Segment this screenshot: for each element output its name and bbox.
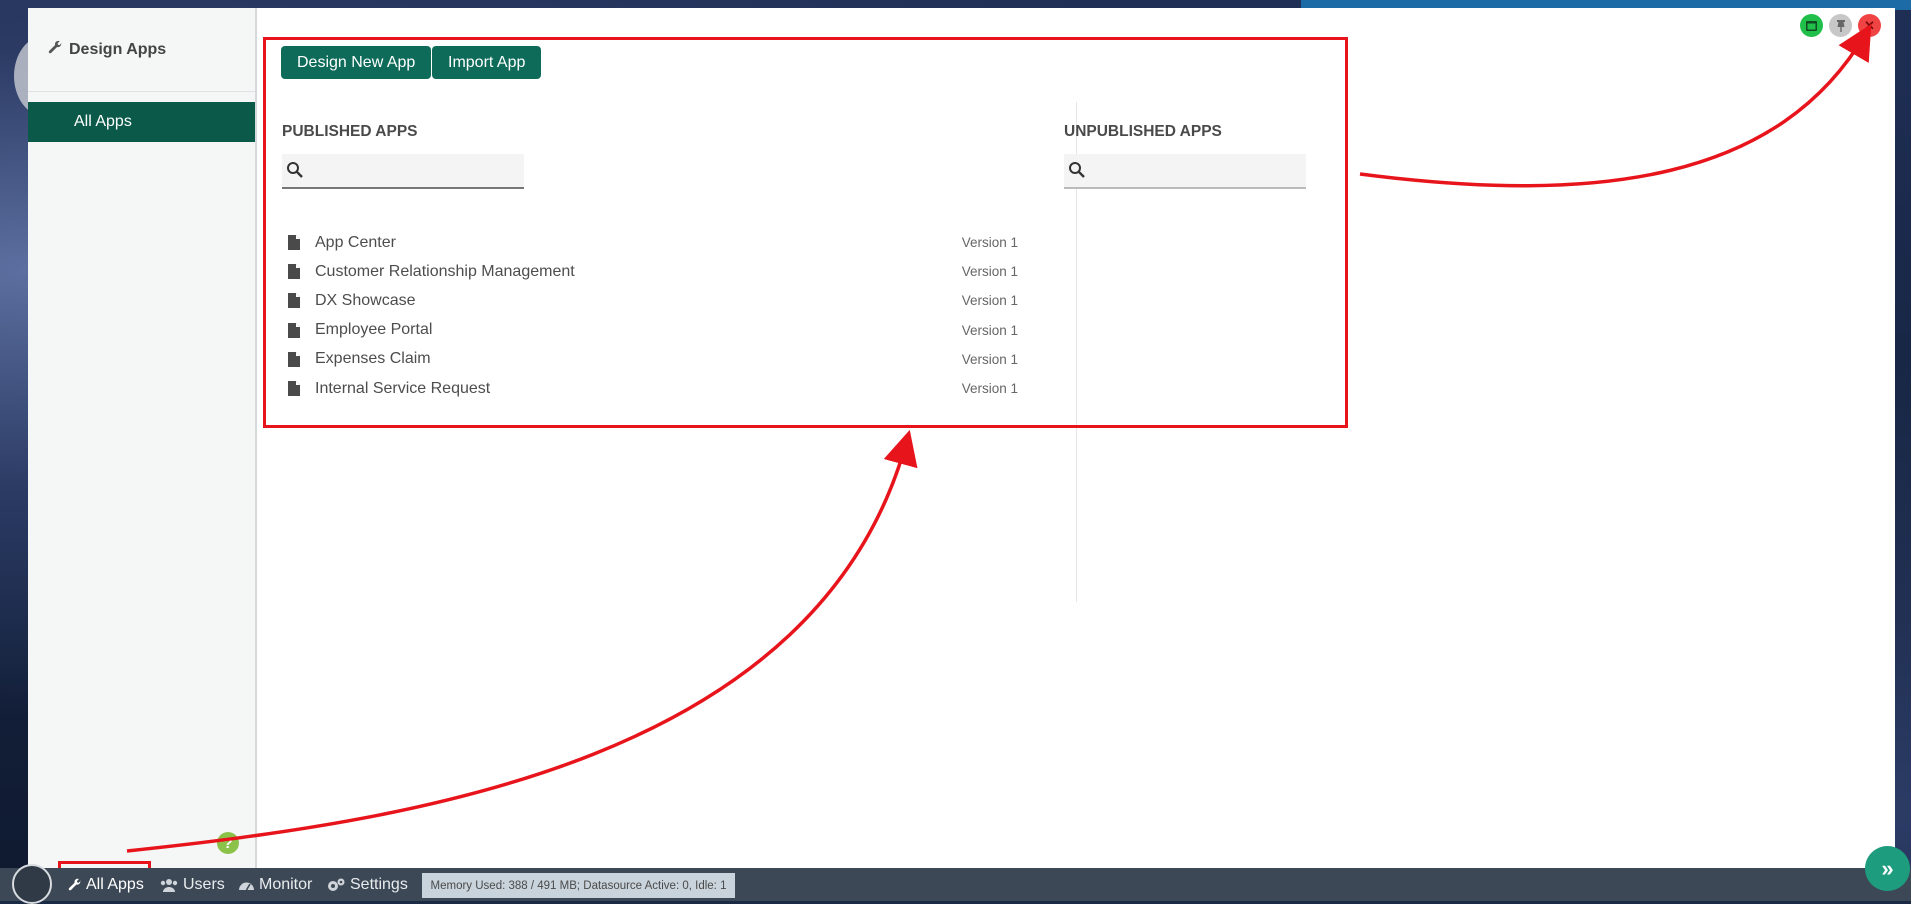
sidebar-item-label: All Apps [74, 113, 132, 130]
expand-icon[interactable]: » [1865, 846, 1910, 891]
cogs-icon [328, 878, 345, 891]
help-icon[interactable]: ? [217, 832, 239, 854]
wrench-icon [48, 40, 63, 60]
published-search-input[interactable] [282, 154, 524, 189]
status-bar: Memory Used: 388 / 491 MB; Datasource Ac… [422, 873, 735, 898]
published-apps-title: PUBLISHED APPS [282, 123, 418, 140]
app-version: Version 1 [961, 381, 1018, 397]
app-version: Version 1 [961, 293, 1018, 309]
dashboard-icon [239, 882, 254, 891]
published-app-list: App Center Version 1 Customer Relationsh… [282, 228, 1018, 403]
import-app-button[interactable]: Import App [432, 46, 542, 79]
file-icon [288, 293, 300, 309]
taskbar-item-users[interactable]: Users [159, 875, 225, 895]
list-item[interactable]: Expenses Claim Version 1 [282, 345, 1018, 374]
pin-icon[interactable] [1829, 14, 1852, 37]
taskbar-label: Monitor [259, 876, 313, 893]
taskbar-item-monitor[interactable]: Monitor [238, 875, 312, 895]
wrench-icon [68, 878, 81, 891]
file-icon [288, 351, 300, 367]
taskbar-label: All Apps [86, 876, 144, 893]
app-name: Internal Service Request [315, 379, 491, 397]
app-name: Expenses Claim [315, 350, 431, 368]
list-item[interactable]: Employee Portal Version 1 [282, 316, 1018, 345]
main-content: Design New App Import App PUBLISHED APPS… [257, 8, 1895, 868]
unpublished-apps-title: UNPUBLISHED APPS [1064, 123, 1222, 140]
file-icon [288, 264, 300, 280]
design-apps-window: Design Apps All Apps ? Design New App Im… [28, 8, 1895, 868]
list-item[interactable]: Internal Service Request Version 1 [282, 374, 1018, 403]
sidebar-header: Design Apps [28, 8, 255, 92]
app-name: Customer Relationship Management [315, 262, 575, 280]
app-version: Version 1 [961, 351, 1018, 367]
design-new-app-button[interactable]: Design New App [281, 46, 432, 79]
unpublished-search-input[interactable] [1064, 154, 1306, 189]
search-icon [287, 162, 303, 178]
taskbar-item-all-apps[interactable]: All Apps [68, 875, 144, 895]
app-name: DX Showcase [315, 291, 416, 309]
app-name: Employee Portal [315, 321, 433, 339]
file-icon [288, 322, 300, 338]
taskbar-label: Users [183, 876, 225, 893]
file-icon [288, 381, 300, 397]
sidebar-title: Design Apps [69, 40, 167, 58]
sidebar: Design Apps All Apps ? [28, 8, 257, 868]
window-icon[interactable] [1800, 14, 1823, 37]
list-item[interactable]: App Center Version 1 [282, 228, 1018, 257]
list-item[interactable]: Customer Relationship Management Version… [282, 257, 1018, 286]
users-icon [160, 879, 178, 892]
taskbar-item-settings[interactable]: Settings [326, 875, 408, 895]
search-icon [1069, 162, 1085, 178]
app-logo-icon[interactable] [12, 864, 52, 904]
list-item[interactable]: DX Showcase Version 1 [282, 286, 1018, 315]
close-icon[interactable]: ✕ [1858, 14, 1881, 37]
app-name: App Center [315, 233, 396, 251]
app-version: Version 1 [961, 322, 1018, 338]
file-icon [288, 235, 300, 251]
app-version: Version 1 [961, 235, 1018, 251]
taskbar-label: Settings [350, 876, 408, 893]
app-version: Version 1 [961, 264, 1018, 280]
sidebar-item-all-apps[interactable]: All Apps [28, 102, 255, 142]
